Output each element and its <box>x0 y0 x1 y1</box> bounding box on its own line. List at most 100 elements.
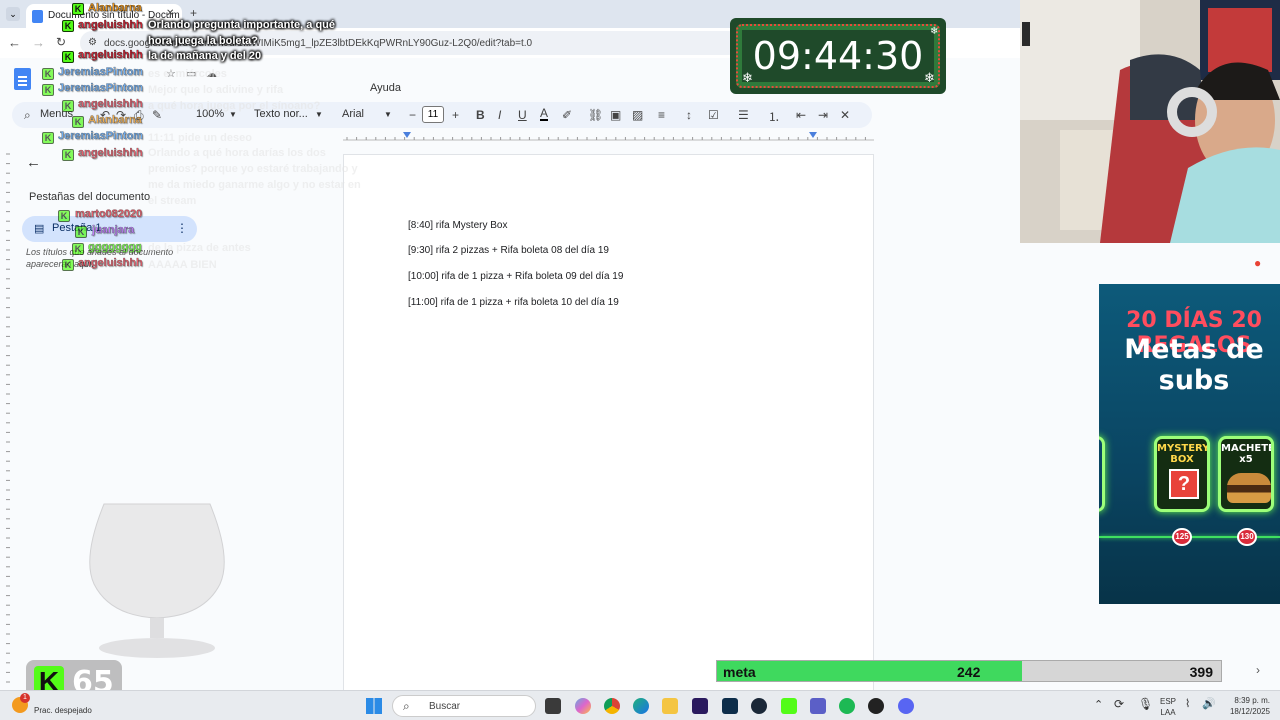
chat-message: de la pizza de antes <box>148 242 251 254</box>
horizontal-ruler <box>343 132 874 141</box>
chat-username: Alanbarna <box>88 2 142 14</box>
taskbar-search[interactable]: ⌕ Buscar <box>392 695 536 717</box>
goal-number-badge: 125 <box>1172 528 1192 546</box>
vertical-ruler <box>6 153 10 683</box>
start-button-icon[interactable] <box>366 698 382 714</box>
app-green-icon[interactable] <box>781 698 797 714</box>
chat-message: a qué hora juega por el sínoano? <box>148 100 321 112</box>
doc-line[interactable]: [10:00] rifa de 1 pizza + Rifa boleta 09… <box>408 271 623 282</box>
kick-badge-icon: K <box>62 51 74 63</box>
checklist-icon[interactable]: ☑ <box>708 108 719 122</box>
chat-message: la de mañana y del 20 <box>148 50 262 62</box>
doc-line[interactable]: [8:40] rifa Mystery Box <box>408 220 507 231</box>
chat-username: angeluishhh <box>78 98 143 110</box>
font-chevron-icon[interactable]: ▼ <box>384 110 392 119</box>
line-spacing-icon[interactable]: ↕ <box>686 108 692 122</box>
document-page[interactable]: [8:40] rifa Mystery Box [9:30] rifa 2 pi… <box>343 154 874 694</box>
doc-line[interactable]: [11:00] rifa de 1 pizza + rifa boleta 10… <box>408 297 619 308</box>
chrome-icon[interactable] <box>604 698 620 714</box>
comment-icon[interactable]: ▣ <box>610 108 621 122</box>
chat-message: Orlando a qué hora darías los dos premio… <box>148 147 361 207</box>
clock-time: 8:39 p. m. <box>1234 696 1270 705</box>
bold-icon[interactable]: B <box>476 108 485 122</box>
chat-message: es el miércoles <box>148 68 227 80</box>
font-size-input[interactable]: 11 <box>422 106 444 123</box>
kick-badge-icon: K <box>58 210 70 222</box>
italic-icon[interactable]: I <box>498 108 501 122</box>
chat-username: Alanbarna <box>88 114 142 126</box>
forward-icon[interactable]: → <box>32 35 45 50</box>
file-explorer-icon[interactable] <box>662 698 678 714</box>
increase-indent-icon[interactable]: ⇥ <box>818 108 828 122</box>
tray-sync-icon[interactable]: ⟳ <box>1114 697 1124 711</box>
chat-username: JeremiasPintom <box>58 82 143 94</box>
chat-message: Orlando pregunta importante, a qué hora … <box>148 19 336 47</box>
audition-icon[interactable] <box>722 698 738 714</box>
highlight-icon[interactable]: ✐ <box>562 108 572 122</box>
back-icon[interactable]: ← <box>8 35 21 50</box>
weather-text[interactable]: Prac. despejado <box>34 705 92 716</box>
close-sidebar-back-icon[interactable]: ← <box>26 154 41 171</box>
clock-date: 18/12/2025 <box>1229 707 1270 716</box>
kick-badge-icon: K <box>42 68 54 80</box>
underline-icon[interactable]: U <box>518 108 527 122</box>
kick-badge-icon: K <box>62 100 74 112</box>
chat-username: angeluishhh <box>78 257 143 269</box>
link-icon[interactable]: ⛓ <box>588 108 603 122</box>
decrease-font-size-icon[interactable]: − <box>409 108 416 122</box>
kick-badge-icon: K <box>72 243 84 255</box>
decrease-indent-icon[interactable]: ⇤ <box>796 108 806 122</box>
map-pin-icon[interactable]: ● <box>1254 256 1261 270</box>
microphone-icon[interactable]: 🎙 <box>1138 697 1153 711</box>
glass-overlay-image <box>89 503 225 658</box>
spotify-icon[interactable] <box>839 698 855 714</box>
chat-username: gggggggg <box>88 241 142 253</box>
webcam-scene-image <box>1020 0 1280 243</box>
premiere-icon[interactable] <box>692 698 708 714</box>
teams-icon[interactable] <box>810 698 826 714</box>
edge-icon[interactable] <box>633 698 649 714</box>
network-icon[interactable]: ⌇ <box>1185 697 1190 710</box>
burger-icon <box>1227 473 1271 503</box>
search-menus-icon[interactable]: ⌕ <box>24 108 31 123</box>
clock[interactable]: 8:39 p. m. 18/12/2025 <box>1218 695 1270 717</box>
steam-icon[interactable] <box>751 698 767 714</box>
kick-badge-icon: K <box>42 84 54 96</box>
sidebar-title: Pestañas del documento <box>29 191 151 203</box>
chevron-right-icon[interactable]: › <box>1256 663 1260 677</box>
align-icon[interactable]: ≡ <box>658 108 665 122</box>
goal-label: MACHETE x5 <box>1221 443 1274 465</box>
chat-username: angeluishhh <box>78 19 143 31</box>
language-indicator[interactable]: ESP LAA <box>1158 696 1178 718</box>
tray-overflow-icon[interactable]: ⌃ <box>1094 698 1103 711</box>
kick-badge-icon: K <box>62 20 74 32</box>
reload-icon[interactable]: ↻ <box>56 35 66 49</box>
menu-help[interactable]: Ayuda <box>370 82 401 94</box>
clear-formatting-icon[interactable]: ✕ <box>840 108 850 122</box>
docs-logo-icon[interactable] <box>14 68 31 90</box>
kick-badge-icon: K <box>75 226 87 238</box>
site-info-icon[interactable]: ⚙ <box>88 37 97 48</box>
volume-icon[interactable]: 🔊 <box>1202 697 1216 710</box>
goal-number-badge: 130 <box>1237 528 1257 546</box>
text-color-icon[interactable]: A <box>540 107 549 121</box>
chat-message: AAAAA BIEN <box>148 259 217 271</box>
chat-username: angeluishhh <box>78 49 143 61</box>
doc-line[interactable]: [9:30] rifa 2 pizzas + Rifa boleta 08 de… <box>408 245 609 256</box>
kick-badge-icon: K <box>62 259 74 271</box>
increase-font-size-icon[interactable]: + <box>452 108 459 122</box>
mystery-box-icon: ? <box>1169 469 1199 499</box>
tab-list-chevron-icon[interactable]: ⌄ <box>6 7 20 21</box>
numbered-list-icon[interactable]: ⒈ <box>768 108 780 125</box>
meta-label: meta <box>723 664 756 680</box>
discord-icon[interactable] <box>898 698 914 714</box>
task-view-icon[interactable] <box>545 698 561 714</box>
tab-doc-icon: ▤ <box>34 223 45 235</box>
kick-badge-icon: K <box>72 3 84 15</box>
image-icon[interactable]: ▨ <box>632 108 643 122</box>
bullet-list-icon[interactable]: ☰ <box>738 108 749 122</box>
copilot-icon[interactable] <box>575 698 591 714</box>
lang-line-2: LAA <box>1160 708 1176 717</box>
tab-options-icon[interactable]: ⋮ <box>176 221 188 235</box>
obs-icon[interactable] <box>868 698 884 714</box>
